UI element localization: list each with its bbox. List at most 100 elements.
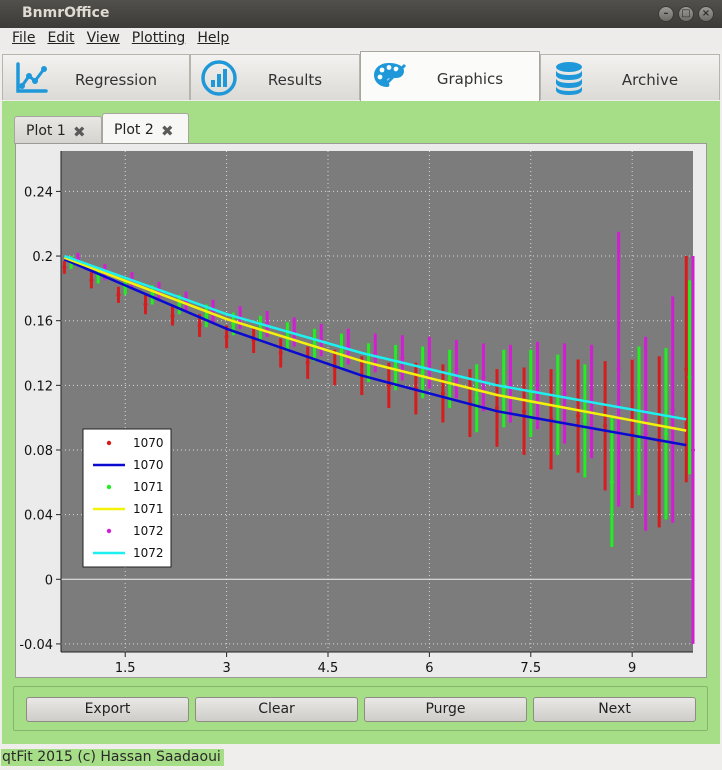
menu-edit[interactable]: Edit [41,28,80,50]
data-point [643,431,648,436]
data-point [691,447,695,452]
close-icon[interactable]: × [698,6,714,22]
data-point [508,381,513,386]
menu-help-label: Help [197,30,230,46]
data-point [687,375,692,380]
minimize-icon[interactable]: – [658,6,674,22]
data-point [373,351,378,356]
plot-frame: 0.24 0.2 0.16 0.12 0.08 0.04 0 -0.04 1.5 3 4.5 6 7.5… [15,143,707,678]
tab-regression[interactable]: Regression [2,54,190,100]
data-point [474,396,479,401]
legend-label: 1072 [133,546,164,560]
data-point [494,405,499,410]
data-point [535,383,540,388]
tab-plot-1-label: Plot 1 [26,123,66,139]
menu-edit-label: Edit [47,30,75,46]
close-plot-2-icon[interactable]: ✖ [161,122,174,140]
data-point [663,431,668,436]
data-point [143,302,148,307]
status-text: qtFit 2015 (c) Hassan Saadaoui [1,749,224,766]
y-tick-label: 0.08 [24,444,53,459]
y-tick-label: -0.04 [19,638,53,653]
x-tick-label: 1.5 [115,661,136,676]
data-point [400,355,405,360]
window-titlebar: BnmrOffice – □ × [0,0,722,28]
data-point [582,418,587,423]
data-point [116,292,121,297]
menu-file-label: File [12,30,36,46]
tab-graphics-label: Graphics [436,70,504,88]
tab-plot-2-label: Plot 2 [114,122,154,138]
export-button[interactable]: Export [26,697,189,722]
data-point [576,414,581,419]
y-tick-label: 0.2 [32,250,53,265]
tab-plot-2[interactable]: Plot 2 ✖ [102,113,189,144]
y-tick-label: 0 [45,573,53,588]
tab-results[interactable]: Results [190,54,360,100]
menu-file[interactable]: File [6,28,41,50]
menubar: File Edit View Plotting Help [0,28,722,50]
tab-results-label: Results [267,71,323,89]
data-point [609,480,614,485]
y-tick-label: 0.04 [24,509,53,524]
legend-point-swatch [106,440,112,446]
data-point [603,423,608,428]
data-point [427,360,432,365]
data-point [339,349,344,354]
tab-plot-1[interactable]: Plot 1 ✖ [14,116,102,144]
x-tick-label: 4.5 [318,661,339,676]
data-point [197,323,202,328]
x-tick-label: 3 [222,661,230,676]
x-tick-label: 9 [628,661,636,676]
menu-view[interactable]: View [81,28,126,50]
y-tick-label: 0.24 [24,185,53,200]
window-title: BnmrOffice [22,5,110,21]
data-point [278,351,283,356]
data-point [447,376,452,381]
data-point [224,334,229,339]
purge-button[interactable]: Purge [364,697,527,722]
data-point [522,409,527,414]
main-tabbar: Regression Results Graphics Archive [0,50,722,101]
menu-help[interactable]: Help [191,28,235,50]
data-point [481,375,486,380]
data-point [89,278,94,283]
y-tick-label: 0.16 [24,315,53,330]
legend-point-swatch [106,528,112,534]
menu-plotting-label: Plotting [131,30,186,46]
data-point [684,367,689,372]
next-button[interactable]: Next [533,697,696,722]
data-point [562,391,567,396]
x-tick-label: 6 [425,661,433,676]
close-plot-1-icon[interactable]: ✖ [73,123,86,141]
menu-view-label: View [86,30,120,46]
plot-canvas[interactable]: 0.24 0.2 0.16 0.12 0.08 0.04 0 -0.04 1.5 3 4.5 6 7.5… [16,144,706,677]
legend-label: 1070 [133,458,164,472]
data-point [170,313,175,318]
clear-button[interactable]: Clear [195,697,358,722]
tab-regression-label: Regression [74,71,158,89]
legend-label: 1070 [133,436,164,450]
data-point [420,370,425,375]
tab-archive-label: Archive [621,71,679,89]
maximize-icon[interactable]: □ [678,6,694,22]
legend-label: 1071 [133,480,164,494]
plot-legend: 1070 1070 1071 1071 1072 1072 [82,428,172,568]
menu-plotting[interactable]: Plotting [126,28,192,50]
statusbar: qtFit 2015 (c) Hassan Saadaoui [0,746,722,770]
legend-label: 1072 [133,524,164,538]
y-tick-label: 0.12 [24,379,53,394]
tab-archive[interactable]: Archive [540,54,720,100]
plot-area [61,151,693,652]
window-controls: – □ × [658,6,714,22]
tab-graphics[interactable]: Graphics [360,51,540,101]
data-point [204,313,209,318]
x-tick-label: 7.5 [520,661,541,676]
data-point [670,407,675,412]
data-point [616,367,621,372]
data-point [454,367,459,372]
data-point [62,265,67,270]
data-point [440,391,445,396]
legend-point-swatch [106,484,112,490]
data-point [305,360,310,365]
